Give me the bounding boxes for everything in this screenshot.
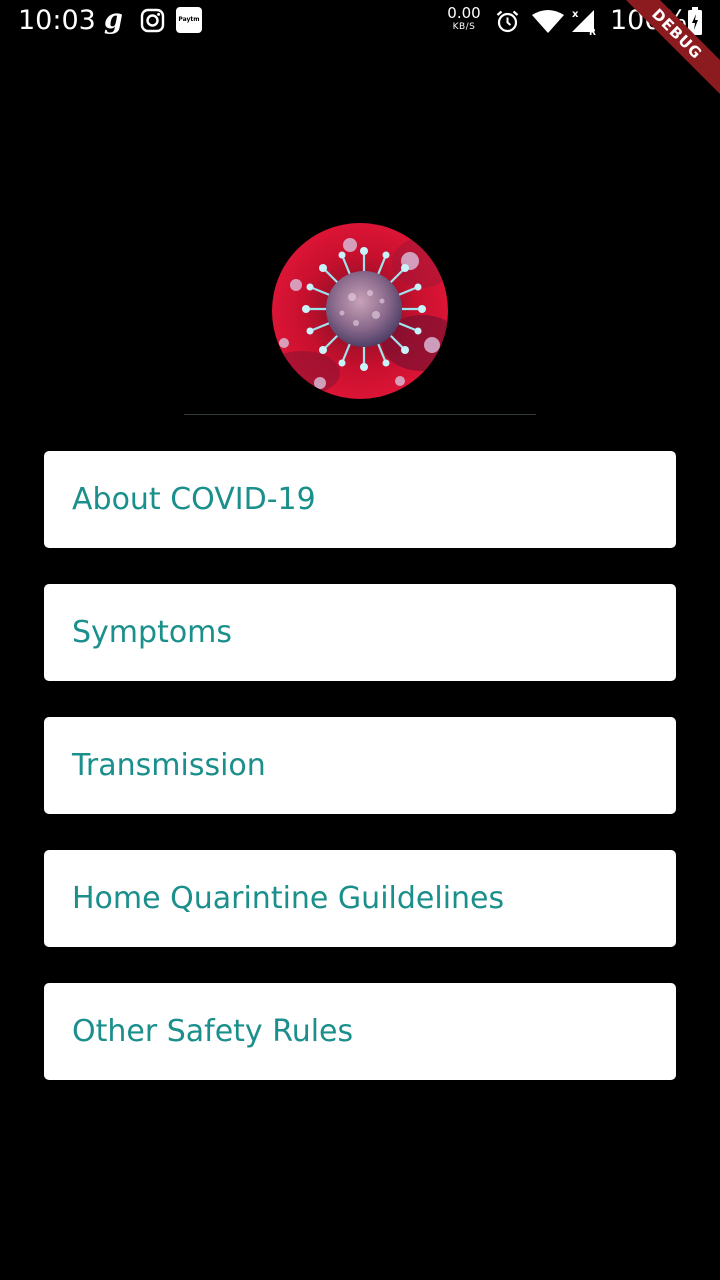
svg-text:R: R [589, 28, 596, 36]
cellular-signal-icon: x R [570, 6, 600, 41]
wifi-icon [531, 9, 565, 40]
network-speed-unit: KB/S [452, 22, 476, 32]
status-bar: 10:03 g Paytm 0.00 KB/S x R 100% [0, 0, 720, 44]
menu-item-label: About COVID-19 [72, 482, 316, 517]
menu-item-label: Other Safety Rules [72, 1014, 354, 1049]
menu-item-label: Transmission [72, 748, 266, 783]
hero-divider [184, 414, 536, 415]
menu-item-about-covid[interactable]: About COVID-19 [44, 451, 676, 548]
g-app-icon: g [104, 4, 123, 35]
network-speed: 0.00 KB/S [446, 4, 482, 33]
alarm-icon [495, 9, 520, 39]
network-speed-value: 0.00 [447, 4, 481, 22]
menu-item-transmission[interactable]: Transmission [44, 717, 676, 814]
instagram-icon [140, 8, 165, 38]
svg-text:x: x [572, 9, 579, 20]
menu-item-symptoms[interactable]: Symptoms [44, 584, 676, 681]
menu-item-label: Home Quarintine Guildelines [72, 881, 505, 916]
paytm-icon: Paytm [176, 7, 202, 33]
coronavirus-image [272, 223, 448, 399]
menu-item-other-safety-rules[interactable]: Other Safety Rules [44, 983, 676, 1080]
menu-item-home-quarantine[interactable]: Home Quarintine Guildelines [44, 850, 676, 947]
menu-item-label: Symptoms [72, 615, 233, 650]
status-time: 10:03 [18, 5, 96, 36]
